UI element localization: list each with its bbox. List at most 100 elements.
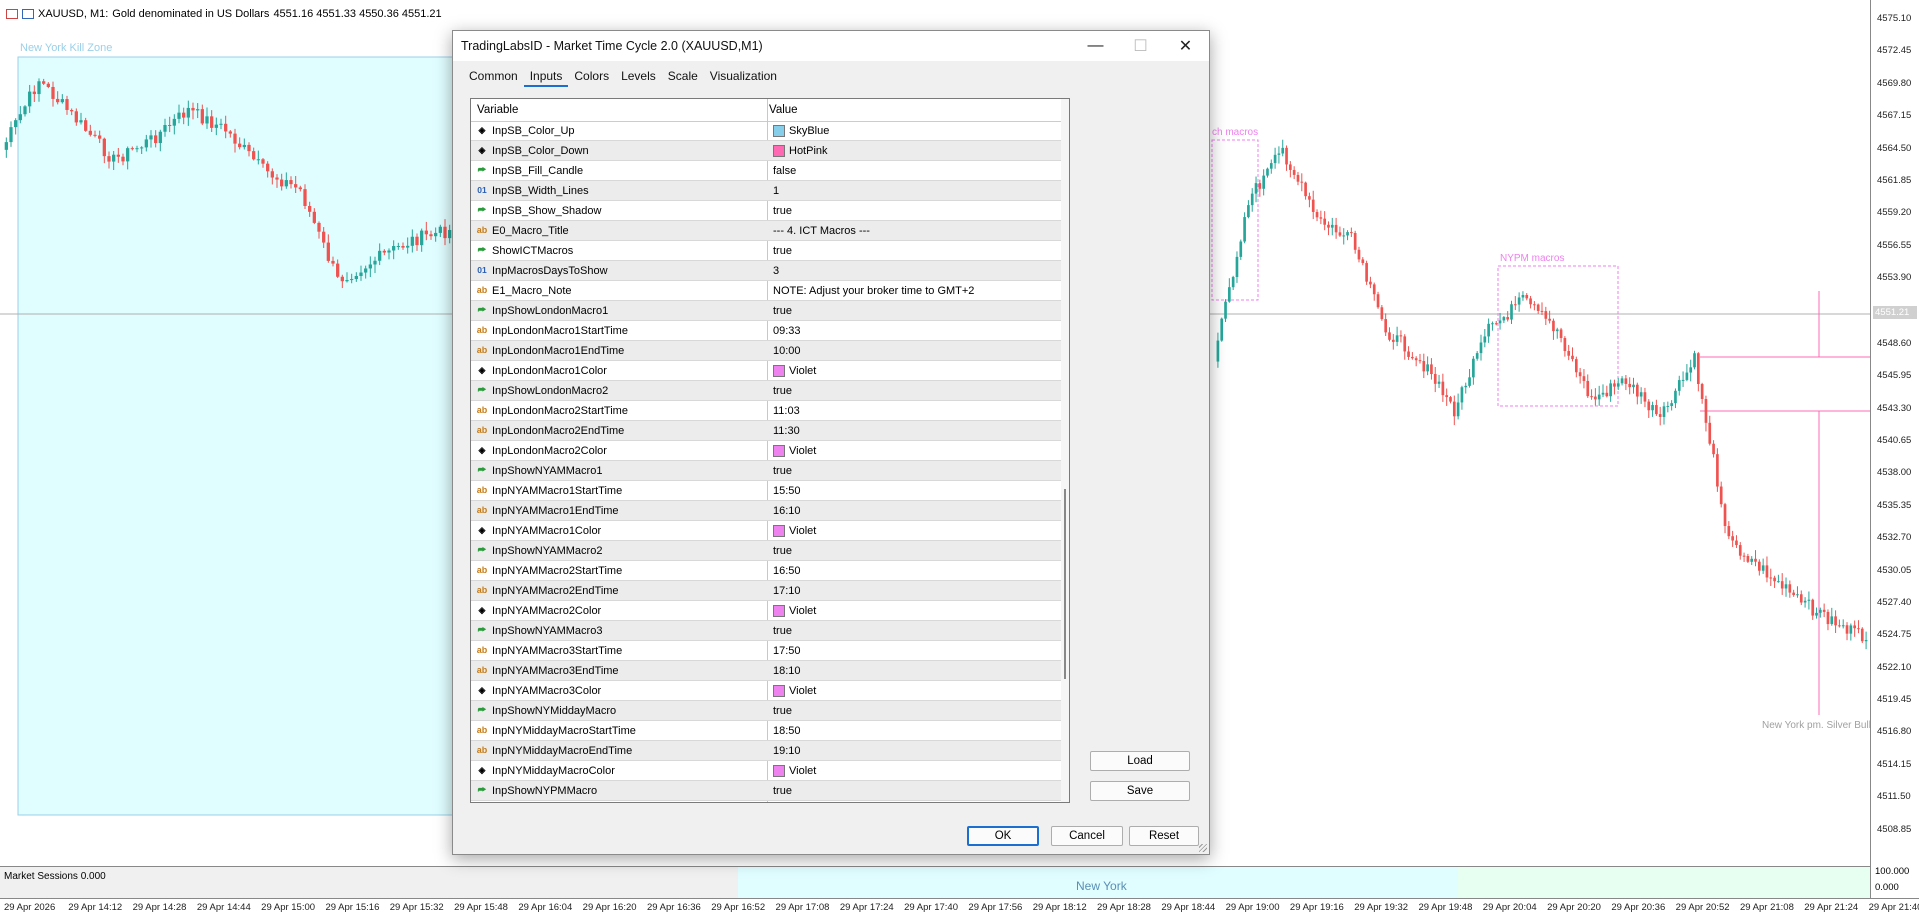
grid-row[interactable]: ◈ InpNYAMMacro3Color Violet	[471, 681, 1061, 701]
variable-value[interactable]: 11:03	[773, 405, 800, 417]
grid-row[interactable]: ab InpNYAMMacro1EndTime 16:10	[471, 501, 1061, 521]
variable-value[interactable]: 18:10	[773, 665, 801, 677]
grid-row[interactable]: 01 InpSB_Width_Lines 1	[471, 181, 1061, 201]
variable-value[interactable]: 18:50	[773, 725, 801, 737]
variable-value[interactable]: Violet	[773, 605, 816, 617]
variable-value[interactable]: true	[773, 785, 792, 797]
variable-value[interactable]: 3	[773, 265, 779, 277]
variable-value[interactable]: false	[773, 165, 796, 177]
close-button[interactable]: ✕	[1163, 31, 1208, 61]
resize-grip[interactable]	[1199, 844, 1207, 852]
variable-value[interactable]: 15:50	[773, 485, 801, 497]
variable-value[interactable]: true	[773, 385, 792, 397]
candle-body	[1780, 581, 1784, 589]
candle-body	[116, 154, 120, 157]
ok-button[interactable]: OK	[967, 826, 1039, 846]
scrollbar-thumb[interactable]	[1064, 489, 1066, 679]
grid-row[interactable]: ⮫ InpShowLondonMacro1 true	[471, 301, 1061, 321]
grid-row[interactable]: ab InpNYMiddayMacroStartTime 18:50	[471, 721, 1061, 741]
save-button[interactable]: Save	[1090, 781, 1190, 801]
grid-row[interactable]: ◈ InpNYAMMacro2Color Violet	[471, 601, 1061, 621]
price-label: 4527.40	[1877, 597, 1912, 608]
grid-row[interactable]: ab InpNYAMMacro3StartTime 17:50	[471, 641, 1061, 661]
minimize-button[interactable]: —	[1073, 31, 1118, 61]
variable-value[interactable]: NOTE: Adjust your broker time to GMT+2	[773, 285, 974, 297]
grid-row[interactable]: ◈ InpNYMiddayMacroColor Violet	[471, 761, 1061, 781]
variable-value[interactable]: 11:30	[773, 425, 800, 437]
variable-value[interactable]: HotPink	[773, 145, 828, 157]
tab-colors[interactable]: Colors	[568, 67, 615, 87]
inputs-grid[interactable]: Variable Value ◈ InpSB_Color_Up SkyBlue ◈ In…	[470, 98, 1070, 803]
column-value[interactable]: Value	[769, 104, 798, 116]
load-button[interactable]: Load	[1090, 751, 1190, 771]
grid-row[interactable]: ab E0_Macro_Title --- 4. ICT Macros ---	[471, 221, 1061, 241]
chart-table-icon[interactable]	[6, 9, 18, 19]
variable-value[interactable]: true	[773, 465, 792, 477]
time-axis[interactable]: 29 Apr 2026 29 Apr 14:12 29 Apr 14:28 29 Ap…	[0, 898, 1919, 917]
variable-value[interactable]: SkyBlue	[773, 125, 829, 137]
reset-button[interactable]: Reset	[1129, 826, 1199, 846]
grid-row[interactable]: ⮫ InpShowNYPMMacro true	[471, 781, 1061, 801]
tab-levels[interactable]: Levels	[615, 67, 662, 87]
grid-row[interactable]: ab InpNYAMMacro3EndTime 18:10	[471, 661, 1061, 681]
grid-row[interactable]: ⮫ InpShowNYAMMacro2 true	[471, 541, 1061, 561]
variable-value[interactable]: Violet	[773, 765, 816, 777]
tab-common[interactable]: Common	[463, 67, 524, 87]
grid-row[interactable]: ab InpLondonMacro1StartTime 09:33	[471, 321, 1061, 341]
grid-row[interactable]: ab InpNYAMMacro2EndTime 17:10	[471, 581, 1061, 601]
price-axis[interactable]: 4575.10 4572.45 4569.80 4567.15 4564.50 …	[1870, 0, 1919, 866]
maximize-button[interactable]: ☐	[1118, 31, 1163, 61]
candle-body	[1441, 381, 1445, 396]
variable-value[interactable]: 09:33	[773, 325, 801, 337]
variable-value[interactable]: true	[773, 625, 792, 637]
grid-row[interactable]: ⮫ InpSB_Show_Shadow true	[471, 201, 1061, 221]
grid-row[interactable]: ab InpNYAMMacro2StartTime 16:50	[471, 561, 1061, 581]
variable-value[interactable]: Violet	[773, 445, 816, 457]
grid-row[interactable]: ◈ InpLondonMacro1Color Violet	[471, 361, 1061, 381]
grid-row[interactable]: ◈ InpLondonMacro2Color Violet	[471, 441, 1061, 461]
variable-value[interactable]: true	[773, 245, 792, 257]
grid-row[interactable]: ab InpLondonMacro2StartTime 11:03	[471, 401, 1061, 421]
tab-inputs[interactable]: Inputs	[523, 67, 569, 87]
variable-value[interactable]: 19:10	[773, 745, 801, 757]
grid-row[interactable]: ⮫ InpSB_Fill_Candle false	[471, 161, 1061, 181]
dialog-titlebar[interactable]: TradingLabsID - Market Time Cycle 2.0 (X…	[453, 31, 1209, 61]
variable-value[interactable]: 17:10	[773, 585, 801, 597]
column-variable[interactable]: Variable	[477, 104, 518, 116]
grid-row[interactable]: ab InpNYAMMacro1StartTime 15:50	[471, 481, 1061, 501]
variable-value[interactable]: true	[773, 705, 792, 717]
variable-value[interactable]: Violet	[773, 685, 816, 697]
chart-edit-icon[interactable]	[22, 9, 34, 19]
variable-value[interactable]: true	[773, 545, 792, 557]
tab-scale[interactable]: Scale	[662, 67, 704, 87]
grid-row[interactable]: ⮫ InpShowNYAMMacro3 true	[471, 621, 1061, 641]
tab-visualization[interactable]: Visualization	[704, 67, 783, 87]
variable-value[interactable]: 17:50	[773, 645, 801, 657]
market-sessions-panel[interactable]: Market Sessions 0.000 New York	[0, 866, 1871, 899]
cancel-button[interactable]: Cancel	[1051, 826, 1123, 846]
grid-row[interactable]: ab InpLondonMacro2EndTime 11:30	[471, 421, 1061, 441]
candle-body	[317, 222, 321, 232]
grid-row[interactable]: ab E1_Macro_Note NOTE: Adjust your broker …	[471, 281, 1061, 301]
grid-row[interactable]: ab InpLondonMacro1EndTime 10:00	[471, 341, 1061, 361]
variable-value[interactable]: --- 4. ICT Macros ---	[773, 225, 870, 237]
grid-row[interactable]: ⮫ InpShowLondonMacro2 true	[471, 381, 1061, 401]
grid-row[interactable]: ⮫ InpShowNYAMMacro1 true	[471, 461, 1061, 481]
variable-value[interactable]: 10:00	[773, 345, 801, 357]
variable-value[interactable]: 16:10	[773, 505, 801, 517]
dialog-tabs: Common Inputs Colors Levels Scale Visual…	[463, 67, 783, 87]
grid-row[interactable]: ⮫ ShowICTMacros true	[471, 241, 1061, 261]
variable-value[interactable]: true	[773, 205, 792, 217]
variable-value[interactable]: Violet	[773, 525, 816, 537]
grid-row[interactable]: ◈ InpSB_Color_Down HotPink	[471, 141, 1061, 161]
grid-row[interactable]: ◈ InpSB_Color_Up SkyBlue	[471, 121, 1061, 141]
variable-value[interactable]: Violet	[773, 365, 816, 377]
variable-value[interactable]: 1	[773, 185, 779, 197]
variable-value[interactable]: 16:50	[773, 565, 801, 577]
grid-row[interactable]: ◈ InpNYAMMacro1Color Violet	[471, 521, 1061, 541]
grid-scrollbar[interactable]	[1061, 99, 1069, 802]
grid-row[interactable]: 01 InpMacrosDaysToShow 3	[471, 261, 1061, 281]
grid-row[interactable]: ab InpNYMiddayMacroEndTime 19:10	[471, 741, 1061, 761]
variable-value[interactable]: true	[773, 305, 792, 317]
grid-row[interactable]: ⮫ InpShowNYMiddayMacro true	[471, 701, 1061, 721]
